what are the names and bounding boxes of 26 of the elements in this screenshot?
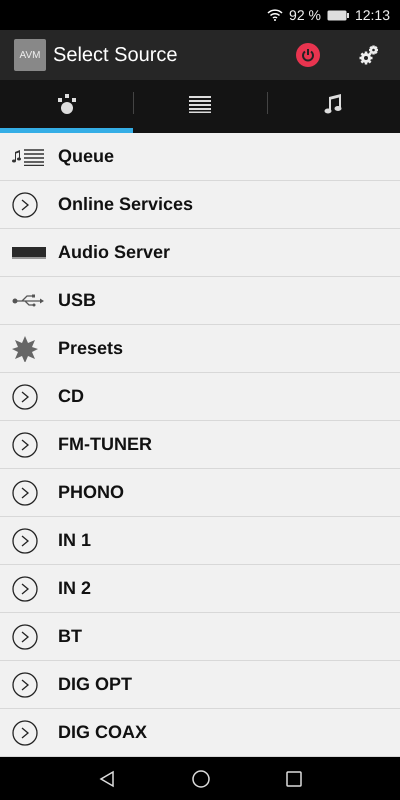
battery-percent: 92 % [289,7,321,23]
battery-icon [326,10,349,20]
wifi-icon [267,9,284,21]
usb-icon [12,294,44,308]
chevron-circle-icon [12,192,38,218]
clock-time: 12:13 [354,7,390,23]
app-logo: AVM [14,39,46,71]
starburst-icon [12,336,38,362]
chevron-circle-icon [12,720,38,746]
back-icon[interactable] [98,770,116,788]
chevron-circle-icon [12,480,38,506]
power-button[interactable] [296,43,320,67]
music-queue-icon [12,148,44,166]
settings-icon[interactable] [358,44,380,66]
list-icon [188,95,211,113]
chevron-circle-icon [12,384,38,410]
chevron-circle-icon [12,528,38,554]
music-note-icon [324,94,342,114]
recent-apps-icon[interactable] [286,770,302,786]
chevron-circle-icon [12,672,38,698]
home-icon[interactable] [192,770,210,788]
chevron-circle-icon [12,624,38,650]
chevron-circle-icon [12,576,38,602]
screen-title: Select Source [53,44,179,66]
server-device-icon [12,246,46,260]
chevron-circle-icon [12,432,38,458]
